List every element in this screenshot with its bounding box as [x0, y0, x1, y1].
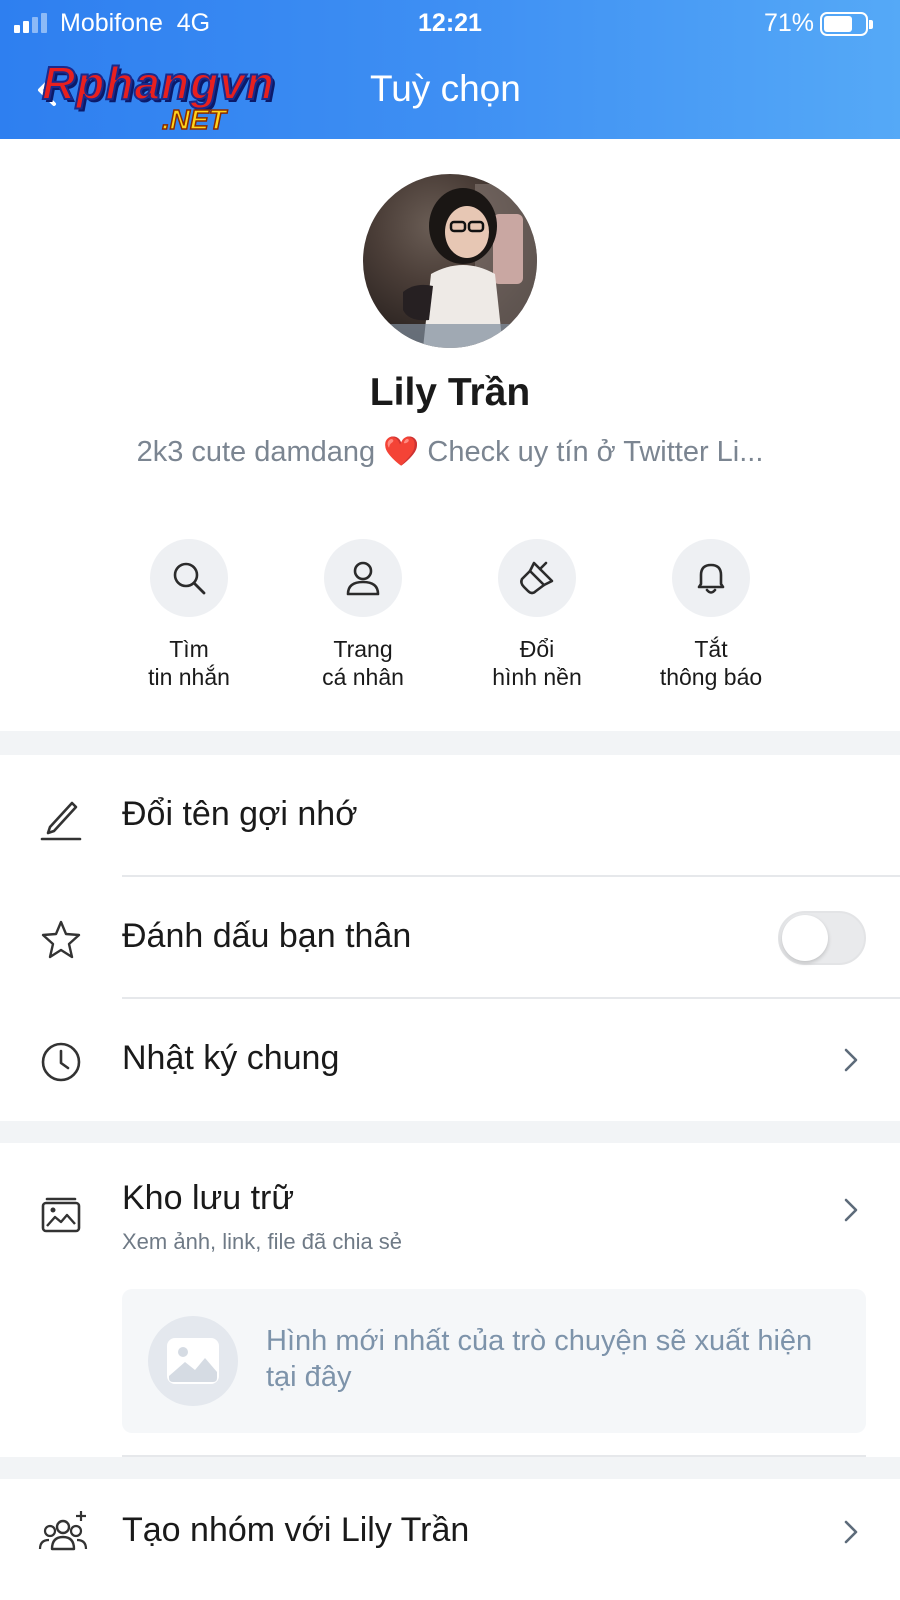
toggle-knob — [782, 915, 828, 961]
chevron-right-icon — [844, 1048, 858, 1072]
profile-section: Lily Trần 2k3 cute damdang ❤️ Check uy t… — [0, 139, 900, 731]
clock-icon — [41, 1042, 81, 1082]
header-bar: Mobifone 4G 12:21 71% Rphangvn .NET Tuỳ … — [0, 0, 900, 139]
action-profile-page[interactable]: Trang cá nhân — [278, 539, 448, 691]
avatar[interactable] — [363, 174, 537, 348]
page-title: Tuỳ chọn — [370, 68, 521, 109]
action-label: Trang cá nhân — [278, 635, 448, 691]
logo-main-text: Rphangvn — [41, 56, 275, 110]
status-text-end: Check uy tín ở Twitter Li... — [427, 436, 764, 468]
action-line2: hình nền — [492, 664, 582, 690]
action-label: Tắt thông báo — [626, 635, 796, 691]
logo-sub-text: .NET — [161, 103, 226, 136]
chevron-right-icon — [844, 1520, 858, 1544]
action-search-messages[interactable]: Tìm tin nhắn — [104, 539, 274, 691]
action-line2: cá nhân — [322, 664, 404, 690]
action-line1: Trang — [333, 636, 393, 662]
recent-media-text: Hình mới nhất của trò chuyện sẽ xuất hiệ… — [266, 1325, 813, 1393]
image-icon — [167, 1338, 219, 1384]
action-circle[interactable] — [672, 539, 750, 617]
quick-actions: Tìmtin nhắn Trangcá nhân Đổihình nền — [0, 539, 900, 699]
chevron-right-icon — [844, 1198, 858, 1222]
best-friend-row: Đánh dấu bạn thân — [0, 877, 900, 999]
action-circle[interactable] — [324, 539, 402, 617]
heart-emoji: ❤️ — [383, 436, 420, 468]
options-section: Đổi tên gợi nhớ Đánh dấu bạn thân Nhật k… — [0, 755, 900, 1121]
bell-icon — [697, 563, 725, 594]
action-circle[interactable] — [150, 539, 228, 617]
profile-name: Lily Trần — [369, 371, 531, 414]
best-friend-label: Đánh dấu bạn thân — [122, 917, 412, 955]
action-line1: Tắt — [694, 636, 728, 662]
image-placeholder — [148, 1316, 238, 1406]
storage-title: Kho lưu trữ — [122, 1179, 295, 1217]
avatar-photo — [363, 184, 537, 348]
action-line1: Tìm — [169, 636, 209, 662]
divider — [122, 1455, 866, 1457]
action-line1: Đổi — [519, 636, 555, 662]
shared-log-label: Nhật ký chung — [122, 1039, 340, 1077]
shared-log-row[interactable]: Nhật ký chung — [0, 999, 900, 1121]
search-icon — [173, 562, 206, 595]
action-line2: tin nhắn — [148, 664, 230, 690]
battery-icon — [820, 12, 873, 36]
create-group-row[interactable]: Tạo nhóm với Lily Trần — [0, 1479, 900, 1600]
star-icon — [41, 920, 81, 959]
paint-brush-icon — [520, 561, 554, 595]
action-line2: thông báo — [659, 664, 763, 690]
action-label: Tìm tin nhắn — [104, 635, 274, 691]
status-bar: Mobifone 4G 12:21 71% — [0, 0, 900, 46]
group-section: Tạo nhóm với Lily Trần — [0, 1479, 900, 1600]
status-text-start: 2k3 cute damdang — [136, 436, 376, 468]
best-friend-toggle[interactable] — [778, 911, 866, 965]
recent-media-placeholder: Hình mới nhất của trò chuyện sẽ xuất hiệ… — [122, 1289, 866, 1433]
action-circle[interactable] — [498, 539, 576, 617]
battery-percent: 71% — [763, 9, 814, 37]
person-icon — [346, 561, 380, 596]
storage-section: Kho lưu trữ Xem ảnh, link, file đã chia … — [0, 1143, 900, 1457]
gallery-folder-icon — [41, 1197, 81, 1233]
rename-label: Đổi tên gợi nhớ — [122, 795, 358, 833]
action-label: Đổi hình nền — [452, 635, 622, 691]
storage-row[interactable]: Kho lưu trữ Xem ảnh, link, file đã chia … — [0, 1143, 900, 1273]
pencil-icon — [40, 801, 82, 841]
action-mute-notifications[interactable]: Tắt thông báo — [626, 539, 796, 691]
add-group-icon — [38, 1511, 88, 1551]
rename-row[interactable]: Đổi tên gợi nhớ — [0, 755, 900, 877]
create-group-label: Tạo nhóm với Lily Trần — [122, 1511, 470, 1549]
storage-subtitle: Xem ảnh, link, file đã chia sẻ — [122, 1229, 403, 1254]
action-change-wallpaper[interactable]: Đổi hình nền — [452, 539, 622, 691]
profile-status: 2k3 cute damdang ❤️ Check uy tín ở Twitt… — [0, 435, 900, 469]
watermark-logo: Rphangvn .NET — [41, 56, 322, 138]
